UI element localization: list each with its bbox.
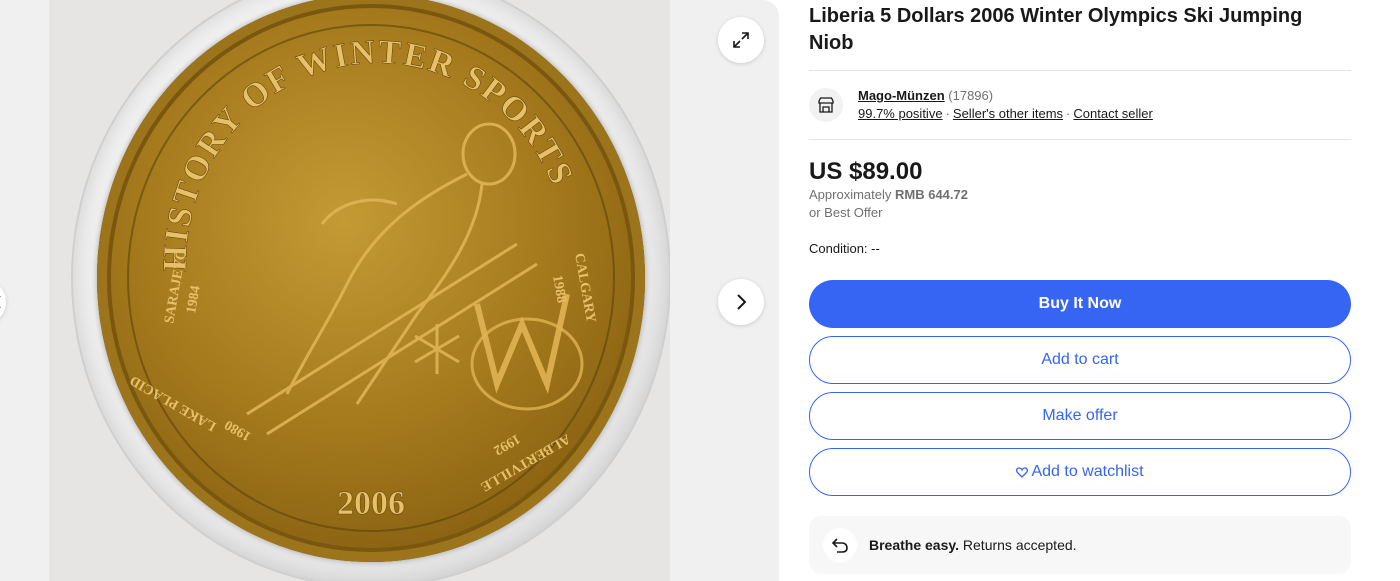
store-icon [809,88,843,122]
main-product-image[interactable]: HISTORY OF WINTER SPORTS SARAJEVO 1984 C… [49,0,670,581]
expand-image-button[interactable] [718,17,764,63]
link-separator: · [1066,106,1071,121]
next-image-button[interactable] [718,279,764,325]
previous-image-button[interactable] [0,279,6,325]
image-gallery: HISTORY OF WINTER SPORTS SARAJEVO 1984 C… [0,0,779,581]
seller-feedback-count: (17896) [948,88,994,103]
condition-label: Condition: [809,241,868,256]
expand-icon [733,32,749,48]
coin-left-year: 1984 [184,285,204,315]
return-arrow-icon [823,528,857,562]
add-to-watchlist-button[interactable]: Add to watchlist [809,448,1351,496]
returns-text: Returns accepted. [962,537,1077,553]
seller-card: Mago-Münzen (17896) 99.7% positive · Selle… [809,71,1351,139]
coin-year: 2006 [337,485,405,522]
coin-top-text: HISTORY OF WINTER SPORTS [156,33,578,272]
coin-bottom-right-city: ALBERTVILLE [478,431,573,494]
coin: HISTORY OF WINTER SPORTS SARAJEVO 1984 C… [97,0,645,562]
condition-row: Condition: -- [809,240,1351,258]
coin-bottom-left-city: LAKE PLACID [128,372,219,433]
seller-positive-link[interactable]: 99.7% positive [858,106,943,121]
coin-bottom-left-year: 1980 [222,417,254,444]
chevron-left-icon [0,296,1,308]
returns-bold: Breathe easy. [869,537,960,553]
approx-price: Approximately RMB 644.72 [809,186,1351,204]
coin-bottom-right-year: 1992 [491,431,523,458]
contact-seller-link[interactable]: Contact seller [1073,106,1152,121]
listing-info-panel: Liberia 5 Dollars 2006 Winter Olympics S… [809,0,1351,574]
condition-value: -- [871,241,880,256]
coin-right-city: CALGARY [571,252,598,324]
best-offer-text: or Best Offer [809,205,883,220]
coin-design: HISTORY OF WINTER SPORTS SARAJEVO 1984 C… [128,33,598,522]
approx-label: Approximately [809,187,892,202]
listing-title: Liberia 5 Dollars 2006 Winter Olympics S… [809,5,1303,54]
coin-right-year: 1988 [549,274,569,304]
make-offer-button[interactable]: Make offer [809,392,1351,440]
price: US $89.00 [809,158,923,185]
buy-it-now-button[interactable]: Buy It Now [809,280,1351,328]
seller-name-link[interactable]: Mago-Münzen [858,88,945,103]
heart-icon [1016,466,1029,478]
divider [809,139,1351,140]
seller-other-items-link[interactable]: Seller's other items [953,106,1063,121]
approx-value: RMB 644.72 [895,187,968,202]
link-separator: · [945,106,950,121]
svg-text:HISTORY OF WINTER SPORTS: HISTORY OF WINTER SPORTS [157,34,581,272]
chevron-right-icon [737,294,747,310]
add-to-cart-button[interactable]: Add to cart [809,336,1351,384]
returns-banner: Breathe easy. Returns accepted. [809,516,1351,574]
watchlist-label: Add to watchlist [1031,463,1144,480]
